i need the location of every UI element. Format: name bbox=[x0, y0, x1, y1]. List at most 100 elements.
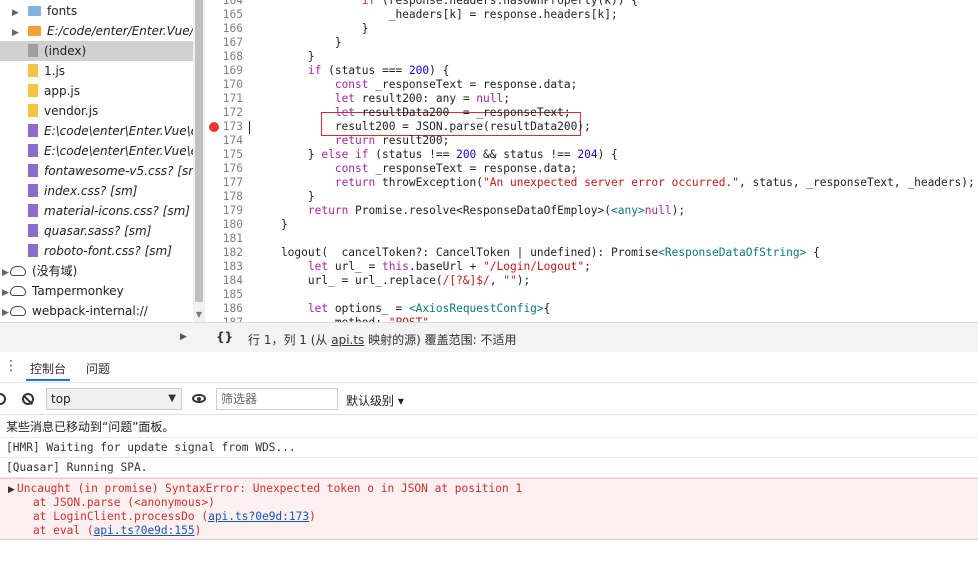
text-cursor bbox=[249, 121, 250, 134]
code-line: return result200; bbox=[334, 134, 450, 147]
tree-item[interactable]: 1.js bbox=[0, 61, 193, 81]
tree-item[interactable]: ▶ E:/code/enter/Enter.Vue/ent bbox=[0, 21, 193, 41]
line-number[interactable]: 167 bbox=[205, 36, 243, 50]
drawer-tabbar: ⋮ 控制台 问题 bbox=[0, 352, 978, 383]
line-number[interactable]: 164 bbox=[205, 0, 243, 8]
scroll-down-icon[interactable]: ▼ bbox=[195, 310, 203, 322]
console-toolbar: top ▼ 默认级别 ▾ bbox=[0, 384, 978, 415]
code-editor[interactable]: 164 if (response.headers.hasOwnProperty(… bbox=[205, 0, 978, 322]
line-number[interactable]: 174 bbox=[205, 134, 243, 148]
tree-item-label: roboto-font.css? [sm] bbox=[44, 244, 172, 258]
expand-arrow-icon[interactable]: ▶ bbox=[2, 263, 10, 283]
line-number[interactable]: 185 bbox=[205, 288, 243, 302]
log-levels-dropdown[interactable]: 默认级别 ▾ bbox=[346, 392, 404, 409]
live-expression-eye-icon[interactable] bbox=[192, 394, 206, 403]
chevron-down-icon: ▼ bbox=[168, 393, 176, 404]
code-line: _headers[k] = response.headers[k]; bbox=[254, 8, 618, 21]
file-purple-icon bbox=[28, 224, 38, 237]
line-number[interactable]: 178 bbox=[205, 190, 243, 204]
tree-item[interactable]: ▶ Tampermonkey bbox=[0, 281, 193, 301]
tree-item[interactable]: fontawesome-v5.css? [sm] bbox=[0, 161, 193, 181]
line-number[interactable]: 176 bbox=[205, 162, 243, 176]
coverage-label: 映射的源) 覆盖范围: 不适用 bbox=[364, 333, 517, 347]
tree-item-label: vendor.js bbox=[44, 104, 99, 118]
tree-item[interactable]: app.js bbox=[0, 81, 193, 101]
tree-item-label: 1.js bbox=[44, 64, 66, 78]
expand-arrow-icon[interactable]: ▶ bbox=[2, 283, 10, 303]
navigator-scrollbar[interactable]: ▼ bbox=[193, 0, 205, 322]
file-purple-icon bbox=[28, 124, 38, 137]
scrollbar-thumb[interactable] bbox=[195, 0, 203, 302]
line-number[interactable]: 165 bbox=[205, 8, 243, 22]
line-number[interactable]: 171 bbox=[205, 92, 243, 106]
context-selector[interactable]: top ▼ bbox=[46, 388, 182, 410]
sidebar-toggle-icon[interactable] bbox=[0, 393, 6, 405]
cloud-icon bbox=[10, 265, 26, 276]
filter-input[interactable] bbox=[216, 388, 338, 410]
code-line: url_ = url_.replace(/[?&]$/, ""); bbox=[254, 274, 531, 287]
tree-item[interactable]: (index) bbox=[0, 41, 193, 61]
stack-frame: at LoginClient.processDo (api.ts?0e9d:17… bbox=[6, 510, 316, 524]
line-number[interactable]: 177 bbox=[205, 176, 243, 190]
source-map-link[interactable]: api.ts bbox=[331, 333, 364, 347]
line-number[interactable]: 179 bbox=[205, 204, 243, 218]
line-number[interactable]: 180 bbox=[205, 218, 243, 232]
console-error[interactable]: ▶ Uncaught (in promise) SyntaxError: Une… bbox=[0, 478, 978, 540]
tree-item-label: E:\code\enter\Enter.Vue\ent bbox=[44, 124, 193, 138]
drawer-menu-icon[interactable]: ⋮ bbox=[4, 358, 18, 374]
tab-issues[interactable]: 问题 bbox=[86, 360, 110, 377]
code-line: let result200: any = null; bbox=[334, 92, 510, 105]
expand-error-icon[interactable]: ▶ bbox=[8, 485, 15, 495]
file-purple-icon bbox=[28, 144, 38, 157]
clear-console-icon[interactable] bbox=[22, 393, 34, 405]
tree-item[interactable]: ▶ (没有域) bbox=[0, 261, 193, 281]
tree-item[interactable]: material-icons.css? [sm] bbox=[0, 201, 193, 221]
stack-frame-link[interactable]: api.ts?0e9d:173 bbox=[208, 510, 309, 523]
line-number[interactable]: 181 bbox=[205, 232, 243, 246]
sources-panel: ▶ fonts ▶ E:/code/enter/Enter.Vue/ent (index… bbox=[0, 0, 978, 332]
tab-console[interactable]: 控制台 bbox=[30, 360, 66, 377]
frame-text: at eval ( bbox=[6, 524, 94, 537]
folder-orange-icon bbox=[28, 25, 41, 36]
tree-item[interactable]: quasar.sass? [sm] bbox=[0, 221, 193, 241]
line-number[interactable]: 175 bbox=[205, 148, 243, 162]
tree-item[interactable]: roboto-font.css? [sm] bbox=[0, 241, 193, 261]
code-line: let url_ = this.baseUrl + "/Login/Logout… bbox=[307, 260, 591, 273]
expand-arrow-icon[interactable]: ▶ bbox=[12, 3, 28, 23]
expand-arrow-icon[interactable]: ▶ bbox=[2, 303, 10, 322]
tree-item[interactable]: vendor.js bbox=[0, 101, 193, 121]
tree-item[interactable]: E:\code\enter\Enter.Vue\ent bbox=[0, 121, 193, 141]
error-message: Uncaught (in promise) SyntaxError: Unexp… bbox=[17, 482, 523, 495]
breakpoint-marker-icon[interactable] bbox=[209, 122, 219, 132]
code-line: } bbox=[254, 190, 315, 203]
tree-item[interactable]: ▶ fonts bbox=[0, 1, 193, 21]
stack-frame-link[interactable]: api.ts?0e9d:155 bbox=[94, 524, 195, 537]
code-line: let options_ = <AxiosRequestConfig>{ bbox=[307, 302, 551, 315]
code-line: if (status === 200) { bbox=[307, 64, 450, 77]
code-line: return Promise.resolve<ResponseDataOfEmp… bbox=[307, 204, 686, 217]
pretty-print-button[interactable]: {} bbox=[216, 330, 233, 344]
tree-item[interactable]: index.css? [sm] bbox=[0, 181, 193, 201]
line-number[interactable]: 172 bbox=[205, 106, 243, 120]
code-line: return throwException("An unexpected ser… bbox=[334, 176, 975, 189]
line-number[interactable]: 182 bbox=[205, 246, 243, 260]
file-yellow-icon bbox=[28, 104, 38, 117]
line-number[interactable]: 169 bbox=[205, 64, 243, 78]
tree-item-label: Tampermonkey bbox=[32, 284, 124, 298]
code-line: let resultData200 = _responseText; bbox=[334, 106, 571, 119]
context-value: top bbox=[51, 392, 71, 406]
line-number[interactable]: 168 bbox=[205, 50, 243, 64]
expand-arrow-icon[interactable]: ▶ bbox=[12, 23, 28, 43]
cursor-position: 行 1，列 1 (从 api.ts 映射的源) 覆盖范围: 不适用 bbox=[248, 331, 516, 348]
line-number[interactable]: 183 bbox=[205, 260, 243, 274]
line-number[interactable]: 184 bbox=[205, 274, 243, 288]
line-number[interactable]: 166 bbox=[205, 22, 243, 36]
tree-item[interactable]: ▶ webpack-internal:// bbox=[0, 301, 193, 321]
tree-item[interactable]: E:\code\enter\Enter.Vue\ent bbox=[0, 141, 193, 161]
tree-item-label: (index) bbox=[44, 44, 87, 58]
expand-triangle-icon[interactable]: ▶ bbox=[180, 332, 187, 342]
frame-text: ) bbox=[194, 524, 202, 537]
line-number[interactable]: 170 bbox=[205, 78, 243, 92]
code-line: } else if (status !== 200 && status !== … bbox=[254, 148, 618, 161]
line-number[interactable]: 186 bbox=[205, 302, 243, 316]
